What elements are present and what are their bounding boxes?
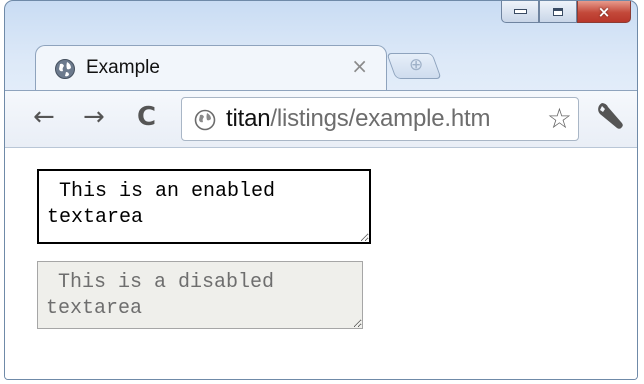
tab-example[interactable]: Example × bbox=[35, 45, 387, 91]
url-host: titan bbox=[226, 105, 271, 132]
address-bar[interactable]: titan/listings/example.htm ☆ bbox=[181, 97, 579, 141]
tab-title: Example bbox=[86, 57, 160, 78]
new-tab-icon: ⊕ bbox=[409, 55, 424, 75]
maximize-button[interactable] bbox=[539, 1, 577, 23]
globe-icon bbox=[55, 59, 75, 79]
forward-arrow-icon[interactable]: → bbox=[83, 104, 105, 130]
maximize-icon bbox=[553, 7, 563, 16]
window-controls: × bbox=[501, 1, 631, 39]
minimize-button[interactable] bbox=[501, 1, 539, 23]
bookmark-star-icon[interactable]: ☆ bbox=[543, 103, 572, 135]
close-icon: × bbox=[597, 2, 611, 21]
tab-close-icon[interactable]: × bbox=[351, 54, 368, 78]
back-arrow-icon[interactable]: ← bbox=[33, 104, 55, 130]
disabled-textarea: This is a disabled textarea bbox=[37, 261, 363, 329]
page-content: This is an enabled textarea This is a di… bbox=[5, 148, 637, 379]
browser-toolbar: ← → C titan/listings/example.htm ☆ bbox=[5, 90, 637, 148]
url-path: /listings/example.htm bbox=[270, 105, 491, 132]
close-window-button[interactable]: × bbox=[577, 1, 631, 23]
enabled-textarea[interactable]: This is an enabled textarea bbox=[37, 169, 371, 244]
reload-icon[interactable]: C bbox=[137, 104, 156, 130]
page-globe-icon bbox=[194, 109, 216, 131]
minimize-icon bbox=[513, 9, 527, 14]
wrench-icon[interactable] bbox=[595, 101, 625, 131]
browser-window: × Example × ⊕ ← → C titan/listings/examp… bbox=[4, 0, 638, 380]
url-text: titan/listings/example.htm bbox=[226, 105, 490, 133]
